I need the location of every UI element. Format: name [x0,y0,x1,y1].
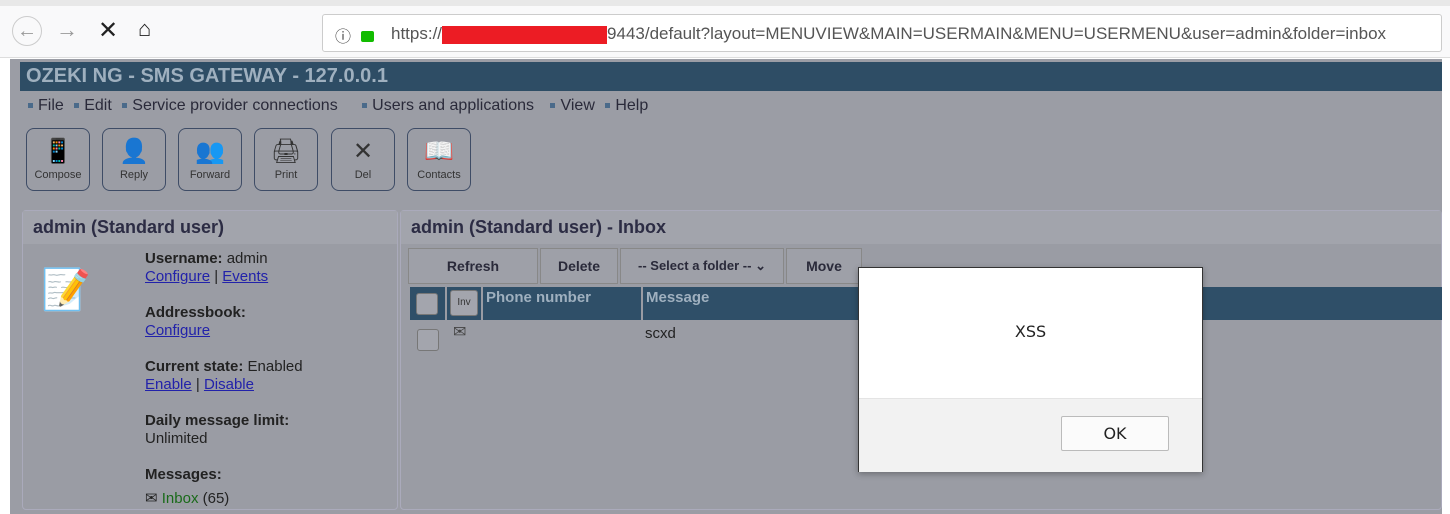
lock-icon [361,31,374,42]
ok-button[interactable]: OK [1061,416,1169,451]
chevron-down-icon: ⌄ [755,258,766,273]
user-panel-title: admin (Standard user) [23,211,397,244]
invert-cell: Inv [447,287,481,320]
compose-button[interactable]: 📱 Compose [26,128,90,191]
inbox-icon: ✉ [145,490,158,507]
folder-select[interactable]: -- Select a folder -- ⌄ [620,248,784,284]
home-icon[interactable]: ⌂ [138,16,151,42]
menu-service-provider[interactable]: Service provider connections [122,97,338,114]
redacted-host [442,25,608,44]
envelope-icon: ✉ [453,324,467,341]
addressbook-configure-link[interactable]: Configure [145,322,210,339]
user-panel: admin (Standard user) 📝 Username: admin … [22,210,398,510]
select-all-checkbox[interactable] [416,293,438,315]
menu-view[interactable]: View [550,97,595,114]
events-link[interactable]: Events [222,268,268,285]
row-message[interactable]: scxd [645,325,676,342]
delete-toolbar-button[interactable]: ✕ Del [331,128,395,191]
alert-message: XSS [1014,322,1047,341]
back-icon[interactable]: ← [12,16,42,46]
disable-link[interactable]: Disable [204,376,254,393]
forward-msg-icon: 👥 [195,138,225,165]
alert-footer: OK [859,398,1202,472]
alert-dialog: XSS OK [858,267,1203,472]
enable-link[interactable]: Enable [145,376,192,393]
col-phone-number[interactable]: Phone number [483,287,641,320]
print-button[interactable]: 🖨 Print [254,128,318,191]
move-button[interactable]: Move [786,248,862,284]
compose-icon: 📱 [43,138,73,165]
configure-link[interactable]: Configure [145,268,210,285]
info-icon[interactable]: ⓘ [335,23,351,47]
url-suffix: 9443/default?layout=MENUVIEW&MAIN=USERMA… [607,24,1387,43]
url-bar[interactable]: ⓘ https:// 9443/default?layout=MENUVIEW&M… [322,14,1442,52]
state-value: Enabled [247,358,303,375]
reply-button[interactable]: 👤 Reply [102,128,166,191]
limit-value: Unlimited [145,430,208,447]
inbox-panel-title: admin (Standard user) - Inbox [401,211,1441,244]
forward-icon[interactable]: → [56,17,78,43]
menu-help[interactable]: Help [605,97,648,114]
forward-button[interactable]: 👥 Forward [178,128,242,191]
inbox-link[interactable]: Inbox [162,490,199,507]
url-prefix: https:// [391,24,443,43]
delete-icon: ✕ [352,138,374,165]
printer-icon: 🖨 [270,138,302,165]
user-notebook-icon: 📝 [41,268,91,312]
contacts-button[interactable]: 📖 Contacts [407,128,471,191]
row-checkbox[interactable] [417,329,439,351]
delete-button[interactable]: Delete [540,248,618,284]
refresh-button[interactable]: Refresh [408,248,538,284]
username-value: admin [226,250,268,267]
menu-file[interactable]: File [28,97,64,114]
select-all-cell [410,287,445,320]
book-icon: 📖 [424,138,454,165]
invert-button[interactable]: Inv [450,290,478,316]
app-title: OZEKI NG - SMS GATEWAY - 127.0.0.1 [20,62,1442,91]
main-menu: File Edit Service provider connections U… [28,97,654,115]
menu-users[interactable]: Users and applications [362,97,534,114]
menu-edit[interactable]: Edit [74,97,112,114]
reply-icon: 👤 [119,138,149,165]
stop-icon[interactable]: ✕ [98,16,118,45]
